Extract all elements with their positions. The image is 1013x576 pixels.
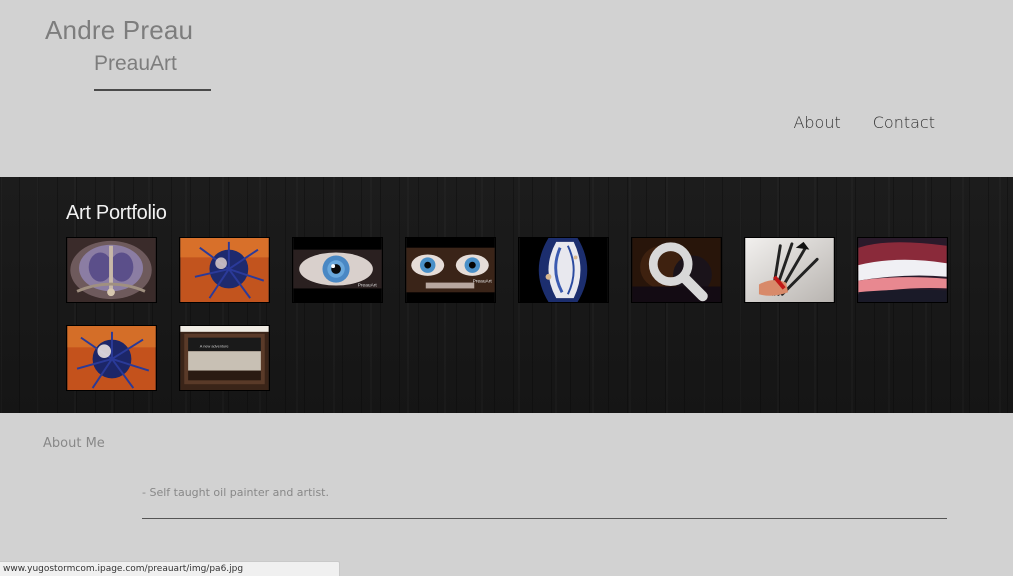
nav-link-about[interactable]: About	[793, 113, 840, 132]
portfolio-thumbnail-2[interactable]	[179, 237, 270, 303]
thumbnail-image	[745, 238, 834, 302]
search-icon	[648, 242, 708, 302]
about-heading: About Me	[43, 436, 105, 451]
portfolio-thumbnail-10[interactable]: A new adventure	[179, 325, 270, 391]
portfolio-thumbnail-9[interactable]	[66, 325, 157, 391]
thumbnail-caption: A new adventure	[200, 343, 229, 348]
thumbnail-image	[67, 238, 156, 302]
thumbnail-image: A new adventure	[180, 326, 269, 390]
site-subtitle: PreauArt	[94, 52, 177, 75]
about-text: - Self taught oil painter and artist.	[142, 486, 329, 499]
browser-status-bar: www.yugostormcom.ipage.com/preauart/img/…	[0, 561, 340, 576]
thumbnail-hover-overlay	[632, 238, 721, 302]
portfolio-thumbnail-8[interactable]	[857, 237, 948, 303]
thumbnail-caption: PreauArt	[358, 282, 378, 288]
portfolio-thumbnail-6[interactable]	[631, 237, 722, 303]
portfolio-thumbnail-1[interactable]	[66, 237, 157, 303]
thumbnail-image: PreauArt	[406, 238, 495, 302]
portfolio-section: Art Portfolio PreauArt PreauArt A new ad…	[0, 177, 1013, 413]
portfolio-title: Art Portfolio	[66, 202, 167, 224]
main-nav: About Contact	[793, 113, 935, 132]
portfolio-thumbnail-4[interactable]: PreauArt	[405, 237, 496, 303]
about-divider	[142, 518, 947, 519]
site-name: Andre Preau	[45, 15, 194, 45]
title-underline	[94, 89, 211, 91]
site-header: Andre Preau PreauArt About Contact	[0, 0, 1013, 177]
portfolio-thumbnail-5[interactable]	[518, 237, 609, 303]
thumbnail-image	[67, 326, 156, 390]
portfolio-thumbnail-3[interactable]: PreauArt	[292, 237, 383, 303]
nav-link-contact[interactable]: Contact	[873, 113, 935, 132]
thumbnail-image: PreauArt	[293, 238, 382, 302]
portfolio-thumbnail-7[interactable]	[744, 237, 835, 303]
thumbnail-image	[519, 238, 608, 302]
thumbnail-image	[180, 238, 269, 302]
thumbnail-caption: PreauArt	[473, 279, 493, 285]
thumbnail-image	[858, 238, 947, 302]
